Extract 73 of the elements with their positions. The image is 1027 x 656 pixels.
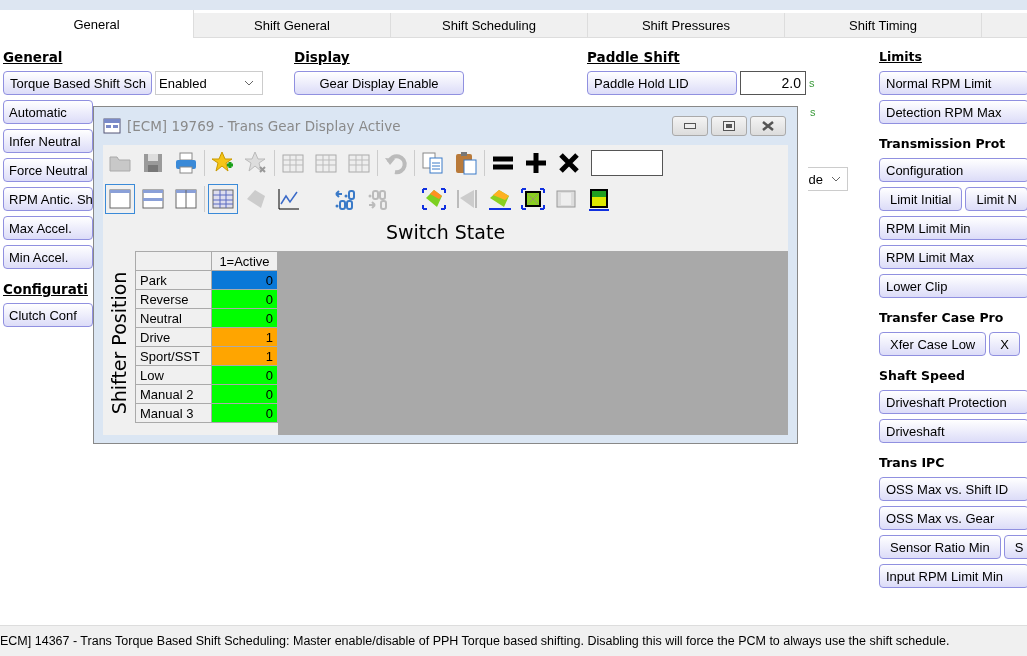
minimize-button[interactable]: [672, 116, 708, 136]
vertical-split-icon: [173, 186, 199, 212]
close-button[interactable]: [750, 116, 786, 136]
setting-button[interactable]: Paddle Hold LID: [587, 71, 737, 95]
section-heading: Transmission Prot: [879, 135, 1006, 153]
unit-label: s: [810, 106, 816, 118]
axis-label: Shifter Position: [108, 271, 130, 415]
section-heading: Limits: [879, 48, 922, 66]
setting-button[interactable]: Gear Display Enable: [294, 71, 464, 95]
value-field[interactable]: 2.0: [740, 71, 806, 95]
setting-button[interactable]: Configuration: [879, 158, 1027, 182]
chevron-down-icon: [244, 80, 254, 86]
setting-button[interactable]: Force Neutral: [3, 158, 93, 182]
plus-icon: [523, 150, 549, 176]
section-heading: Display: [294, 48, 350, 66]
chevron-down-icon: [831, 176, 841, 182]
setting-button[interactable]: RPM Antic. Sh: [3, 187, 93, 211]
tab[interactable]: Shift General: [194, 13, 391, 38]
horizontal-split-icon: [140, 186, 166, 212]
setting-button[interactable]: Lower Clip: [879, 274, 1027, 298]
value-input[interactable]: [591, 150, 663, 176]
section-heading: General: [3, 48, 63, 66]
copy-icon: [420, 150, 446, 176]
setting-button[interactable]: Input RPM Limit Min: [879, 564, 1027, 588]
column-header: 1=Active: [211, 251, 278, 271]
setting-button[interactable]: Infer Neutral: [3, 129, 93, 153]
section-heading: Shaft Speed: [879, 367, 965, 385]
setting-button[interactable]: Xfer Case Low: [879, 332, 987, 356]
section-heading: Configurati: [3, 280, 88, 298]
dropdown[interactable]: de: [808, 167, 848, 191]
maximize-button[interactable]: [711, 116, 747, 136]
setting-button[interactable]: Min Accel.: [3, 245, 93, 269]
line-chart-icon: [276, 186, 302, 212]
tab[interactable]: Shift Scheduling: [391, 13, 588, 38]
table-view-button[interactable]: [208, 184, 238, 214]
table-heading: Switch State: [384, 220, 507, 245]
setting-button[interactable]: RPM Limit Min: [879, 216, 1027, 240]
single-pane-icon: [107, 186, 133, 212]
setting-button[interactable]: Automatic: [3, 100, 93, 124]
grid-cross-icon: [520, 186, 546, 212]
table-view-icon: [210, 186, 236, 212]
setting-button[interactable]: Clutch Conf: [3, 303, 93, 327]
setting-button[interactable]: OSS Max vs. Shift ID: [879, 477, 1027, 501]
window-icon: [103, 118, 121, 134]
dropdown[interactable]: Enabled: [155, 71, 263, 95]
maximize-icon: [723, 121, 735, 131]
setting-button[interactable]: RPM Limit Max: [879, 245, 1027, 269]
section-heading: Paddle Shift: [587, 48, 680, 66]
setting-button[interactable]: Normal RPM Limit: [879, 71, 1027, 95]
setting-button[interactable]: OSS Max vs. Gear: [879, 506, 1027, 530]
setting-button[interactable]: S: [1003, 535, 1027, 559]
setting-button[interactable]: Max Accel.: [3, 216, 93, 240]
setting-button[interactable]: Driveshaft Protection: [879, 390, 1027, 414]
section-heading: Trans IPC: [879, 454, 945, 472]
setting-button[interactable]: Sensor Ratio Min: [879, 535, 1001, 559]
print-icon: [173, 150, 199, 176]
setting-button[interactable]: Detection RPM Max: [879, 100, 1027, 124]
section-heading: Transfer Case Pro: [879, 309, 1004, 327]
unit-label: s: [809, 77, 815, 89]
close-icon: [761, 121, 775, 131]
setting-button[interactable]: Limit Initial: [879, 187, 963, 211]
setting-button[interactable]: Driveshaft: [879, 419, 1027, 443]
surface-plot-icon: [421, 186, 447, 212]
setting-button[interactable]: Limit N: [965, 187, 1027, 211]
tab[interactable]: Shift Pressures: [588, 13, 785, 38]
setting-button[interactable]: X: [989, 332, 1020, 356]
minimize-icon: [684, 123, 696, 129]
status-bar: ECM] 14367 - Trans Torque Based Shift Scheduling: Master enable/disable of PPH Torque based shifting. Disabling this will force the PCM to always use the shift schedule.: [0, 625, 1027, 656]
single-pane-button[interactable]: [105, 184, 135, 214]
window-title: [ECM] 19769 - Trans Gear Display Active: [127, 118, 402, 134]
tab[interactable]: Shift Timing: [785, 13, 982, 38]
setting-button[interactable]: Torque Based Shift Sch: [3, 71, 152, 95]
paste-icon: [453, 150, 479, 176]
